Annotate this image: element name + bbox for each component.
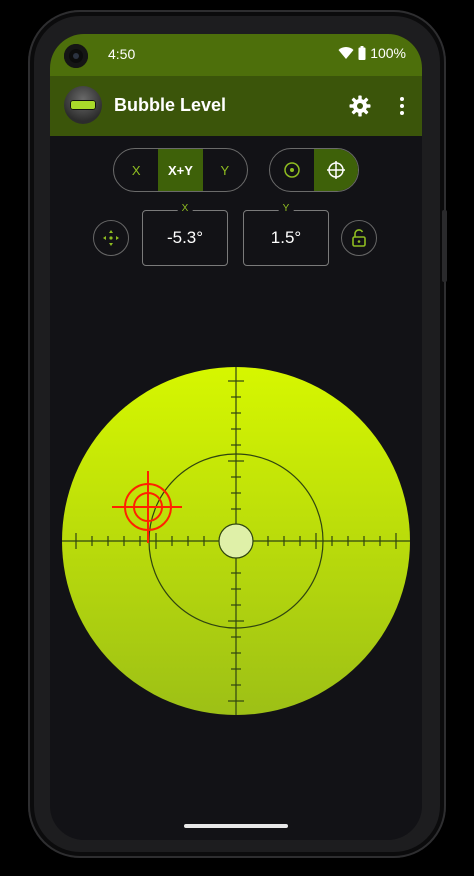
- screen: 4:50 100% Bubble Level X X+Y Y X -5.3° Y…: [50, 34, 422, 840]
- level-bubble: [218, 523, 254, 559]
- bubble-level-dial: [62, 367, 410, 715]
- side-button: [442, 210, 447, 282]
- gesture-navigation-bar[interactable]: [184, 824, 288, 828]
